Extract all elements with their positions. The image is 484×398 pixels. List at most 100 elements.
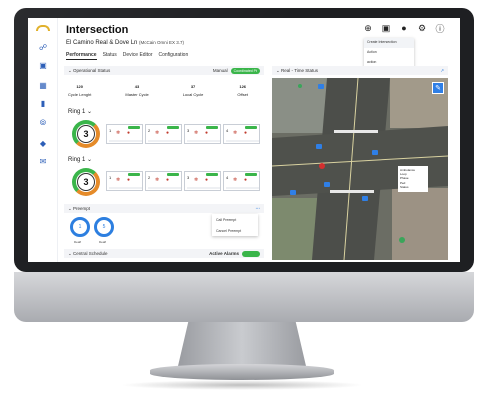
phase-status-bar — [167, 126, 179, 129]
mail-icon[interactable]: ✉ — [38, 156, 48, 166]
external-link-icon[interactable]: ↗ — [440, 68, 444, 74]
more-icon[interactable]: ⋯ — [256, 206, 261, 212]
stat-offset: 126 Offset — [237, 84, 248, 97]
ring-1-gauge: 3 — [72, 120, 100, 148]
stat-label: Cycle Lenght — [68, 92, 92, 97]
monitor-chin — [14, 272, 474, 322]
shield-icon[interactable]: ◆ — [38, 138, 48, 148]
camera-icon[interactable] — [372, 150, 378, 155]
phase-card[interactable]: 4 ❄ ● — [223, 124, 260, 144]
phase-footer — [226, 140, 259, 142]
phase-status-bar — [206, 173, 218, 176]
monitor-shadow — [120, 380, 364, 390]
call-preempt-item[interactable]: Call Preempt — [212, 214, 258, 225]
signal-icon: ● — [244, 177, 248, 183]
stat-label: Master Cycle — [125, 92, 149, 97]
phase-number: 1 — [109, 175, 112, 180]
ring-2-phase: 3 — [77, 173, 95, 191]
compass-icon[interactable]: ⦾ — [38, 118, 48, 128]
active-alarms-label: Active Alarms — [209, 251, 239, 256]
stat-cycle-length: 120 Cycle Lenght — [68, 84, 91, 97]
menu-create-intersection[interactable]: Create Intersection — [364, 38, 414, 48]
phase-card[interactable]: 2 ❄ ● — [145, 171, 182, 191]
phase-status-bar — [245, 173, 257, 176]
map-popup: Ambulance Loop Phase Ped Status — [398, 166, 428, 192]
central-schedule-title: Central Schedule — [73, 251, 108, 256]
stat-label: Local Cycle — [182, 92, 204, 97]
tree-marker — [399, 237, 405, 243]
ring-2-label[interactable]: Ring 1 ⌄ — [68, 156, 92, 163]
stat-value: 43 — [134, 84, 140, 89]
camera-icon[interactable] — [362, 196, 368, 201]
intersection-map[interactable]: ✎ Ambulance Loop Phase Ped Status — [272, 78, 448, 260]
chevron-down-icon: ⌄ — [87, 157, 93, 163]
walk-icon: ❄ — [116, 177, 121, 183]
phase-status-bar — [167, 173, 179, 176]
cycle-stats: 120 Cycle Lenght 43 Master Cycle 37 Local C… — [68, 84, 248, 97]
monitor-stand-neck — [178, 322, 306, 366]
walk-icon: ❄ — [116, 130, 121, 136]
walk-icon: ❄ — [155, 177, 160, 183]
walk-icon: ❄ — [233, 177, 238, 183]
coordination-badge: Coordinated Pt — [230, 67, 260, 74]
save-icon[interactable]: ▣ — [380, 22, 392, 34]
ring-phase-number: 3 — [83, 176, 89, 187]
preempt-header[interactable]: ⌄ Preempt ⋯ — [64, 204, 264, 213]
popup-line: Status — [400, 184, 409, 189]
mode-label: Manual — [212, 68, 228, 73]
phase-card[interactable]: 1 ❄ ● — [106, 171, 143, 191]
user-icon[interactable]: ● — [398, 22, 410, 34]
phase-card[interactable]: 3 ❄ ● — [184, 171, 221, 191]
phase-status-bar — [128, 126, 140, 129]
tab-device-editor[interactable]: Device Editor — [123, 52, 153, 60]
phase-card[interactable]: 4 ❄ ● — [223, 171, 260, 191]
phase-footer — [148, 187, 181, 189]
ring-label-text: Ring 1 — [68, 157, 86, 163]
tab-bar: Performance Status Device Editor Configu… — [66, 52, 188, 60]
preempt-number: 5 — [102, 224, 106, 230]
expand-icon[interactable]: ✎ — [432, 82, 444, 94]
menu-action[interactable]: Action — [364, 48, 414, 58]
phase-number: 1 — [109, 128, 112, 133]
phase-footer — [187, 187, 220, 189]
tab-performance[interactable]: Performance — [66, 52, 97, 60]
cancel-preempt-item[interactable]: Cancel Preempt — [212, 225, 258, 236]
traffic-light-icon[interactable]: ▮ — [38, 98, 48, 108]
signal-icon: ● — [166, 177, 170, 183]
phase-footer — [226, 187, 259, 189]
link-icon[interactable]: ☍ — [38, 42, 48, 52]
walk-icon: ❄ — [194, 177, 199, 183]
phase-card[interactable]: 1 ❄ ● — [106, 124, 143, 144]
signal-icon: ● — [166, 130, 170, 136]
monitor-icon[interactable]: ▣ — [38, 60, 48, 70]
phase-footer — [109, 187, 142, 189]
help-icon[interactable]: ⓘ — [434, 22, 446, 34]
tab-status[interactable]: Status — [103, 52, 117, 60]
ring-label-text: Ring 1 — [68, 109, 86, 115]
camera-icon[interactable] — [318, 84, 324, 89]
phase-number: 2 — [148, 175, 151, 180]
map-icon[interactable]: ▦ — [38, 80, 48, 90]
phase-card[interactable]: 3 ❄ ● — [184, 124, 221, 144]
gear-icon[interactable]: ⚙ — [416, 22, 428, 34]
central-schedule-header[interactable]: ⌄ Central Schedule Active Alarms — [64, 249, 264, 258]
camera-icon[interactable] — [316, 144, 322, 149]
page-title: Intersection — [66, 24, 129, 36]
preempt-1-button[interactable]: 1 — [70, 217, 90, 237]
camera-icon[interactable] — [324, 182, 330, 187]
operational-status-title: Operational Status — [73, 68, 111, 73]
phase-card[interactable]: 2 ❄ ● — [145, 124, 182, 144]
walk-icon: ❄ — [194, 130, 199, 136]
top-toolbar: ⊕ ▣ ● ⚙ ⓘ — [362, 22, 446, 34]
camera-icon[interactable] — [290, 190, 296, 195]
preempt-5-button[interactable]: 5 — [94, 217, 114, 237]
operational-status-header[interactable]: ⌄ Operational Status Manual Coordinated … — [64, 66, 264, 75]
tab-configuration[interactable]: Configuration — [159, 52, 189, 60]
intersection-name: El Camino Real & Dove Ln (McCain Omni EX… — [66, 40, 184, 46]
ring-1-label[interactable]: Ring 1 ⌄ — [68, 108, 92, 115]
real-time-status-header[interactable]: ⌄ Real - Time Status ↗ — [272, 66, 448, 75]
ring-1-phase: 3 — [77, 125, 95, 143]
signal-icon: ● — [244, 130, 248, 136]
stat-label: Offset — [237, 92, 248, 97]
add-circle-icon[interactable]: ⊕ — [362, 22, 374, 34]
